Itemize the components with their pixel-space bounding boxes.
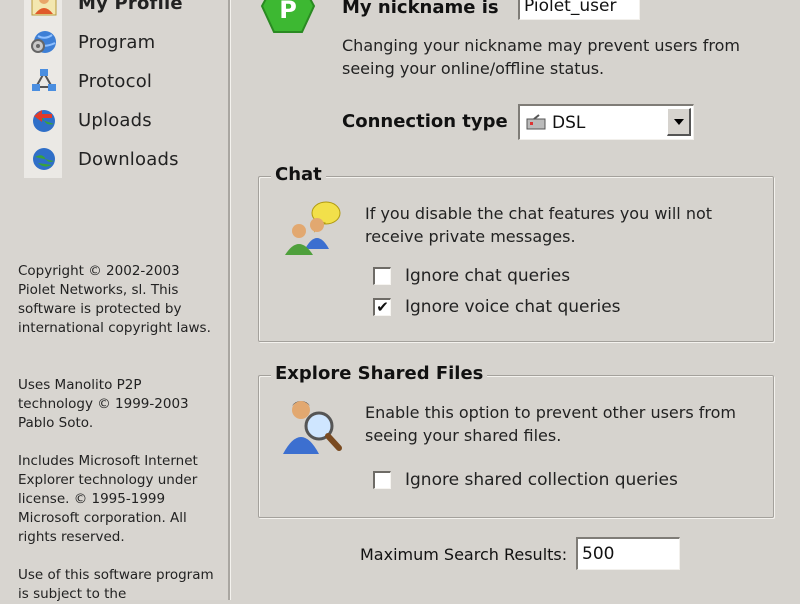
user-search-icon [281,396,345,460]
connection-type-value: DSL [552,112,586,133]
svg-text:P: P [279,0,297,24]
settings-panel: P My nickname is Piolet_user Changing yo… [232,0,800,600]
connection-type-select[interactable]: DSL [518,104,694,140]
nickname-note: Changing your nickname may prevent users… [342,36,740,78]
ignore-chat-checkbox-row[interactable]: Ignore chat queries [373,266,570,286]
sidebar-item-protocol[interactable]: Protocol [30,64,152,98]
piolet-logo-icon: P [260,0,316,42]
sidebar-item-label: Uploads [78,109,152,131]
ignore-chat-label: Ignore chat queries [405,266,571,286]
chat-users-icon [281,197,345,259]
sidebar-item-uploads[interactable]: Uploads [30,103,152,137]
dropdown-button[interactable] [667,108,691,136]
sidebar-item-label: Protocol [78,70,153,92]
network-icon [30,67,58,95]
sidebar-item-program[interactable]: Program [30,25,155,59]
ignore-chat-checkbox[interactable] [373,267,391,285]
connection-type-label: Connection type [342,111,508,132]
sidebar-item-label: Program [78,31,156,53]
ignore-voice-chat-checkbox[interactable]: ✔ [373,298,391,316]
user-icon [30,0,58,17]
nickname-field[interactable]: Piolet_user [518,0,640,20]
chat-group-title: Chat [271,164,326,185]
shared-files-description: Enable this option to prevent other user… [365,403,736,445]
sidebar-item-my-profile[interactable]: My Profile [30,0,183,20]
ignore-voice-chat-label: Ignore voice chat queries [405,297,621,317]
ignore-shared-collection-checkbox[interactable] [373,471,391,489]
shared-files-groupbox: Explore Shared Files Enable this option … [258,363,774,518]
max-search-results-label: Maximum Search Results: [360,545,568,564]
ignore-shared-collection-checkbox-row[interactable]: Ignore shared collection queries [373,470,678,490]
connection-icon [526,113,546,132]
nickname-label: My nickname is [342,0,499,18]
globe-gear-icon [30,28,58,56]
shared-files-group-title: Explore Shared Files [271,363,488,384]
max-search-results-field[interactable]: 500 [576,537,680,570]
chevron-down-icon [673,118,684,125]
ignore-voice-chat-checkbox-row[interactable]: ✔ Ignore voice chat queries [373,297,621,317]
terms-text: Use of this software program is subject … [18,567,214,602]
sidebar-item-label: Downloads [78,148,179,170]
chat-description: If you disable the chat features you wil… [365,204,713,246]
copyright-text: Copyright © 2002-2003 Piolet Networks, s… [18,263,211,336]
globe-upload-icon [30,106,58,134]
ignore-shared-collection-label: Ignore shared collection queries [405,470,678,490]
sidebar-item-downloads[interactable]: Downloads [30,142,179,176]
sidebar-item-label: My Profile [78,0,183,14]
globe-download-icon [30,145,58,173]
microsoft-credit: Includes Microsoft Internet Explorer tec… [18,453,198,545]
chat-groupbox: Chat If you disable the chat features yo… [258,164,774,342]
manolito-credit: Uses Manolito P2P technology © 1999-2003… [18,377,189,431]
sidebar: My Profile Program Protocol Uploads Down… [0,0,230,602]
